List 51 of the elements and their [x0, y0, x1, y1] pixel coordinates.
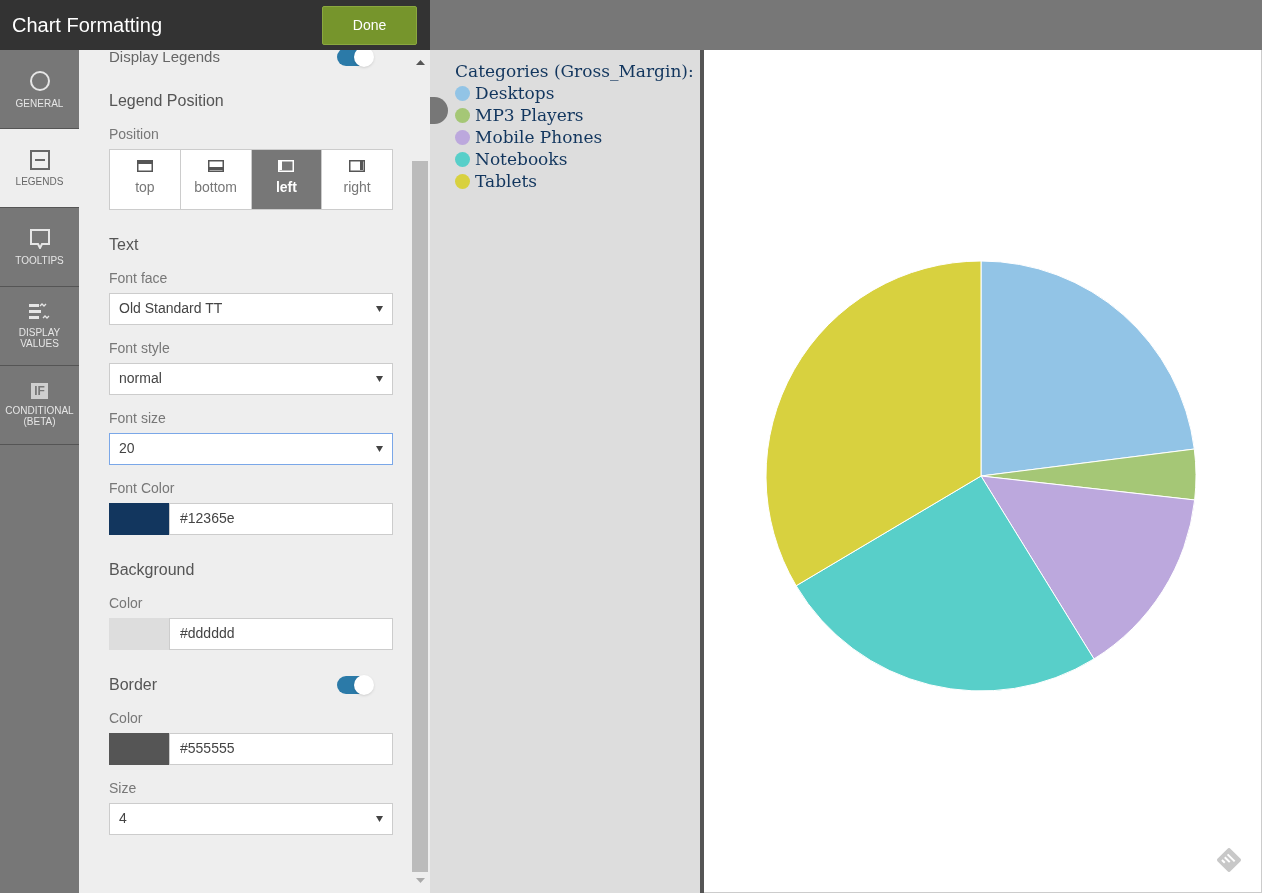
layout-icon [278, 160, 295, 172]
legend-label: Desktops [475, 82, 555, 104]
caret-down-icon [376, 815, 383, 822]
legend-title: Categories (Gross_Margin): [455, 60, 695, 82]
field-label: Display Legends [109, 50, 220, 67]
color-swatch[interactable] [109, 617, 169, 650]
field-label: Color [109, 594, 144, 612]
legend-label: Notebooks [475, 148, 568, 170]
scroll-up-icon[interactable] [415, 60, 425, 65]
caret-down-icon [376, 445, 383, 452]
dropdown[interactable]: 4 [109, 802, 393, 835]
field-label: Size [109, 779, 138, 797]
list-icon [28, 303, 51, 321]
color-swatch[interactable] [109, 502, 169, 535]
scrollbar[interactable] [410, 50, 430, 893]
speech-bubble-icon [29, 228, 50, 249]
if-icon: IF [31, 383, 48, 399]
sidebar-tab[interactable]: LEGENDS [0, 129, 79, 208]
layout-icon [207, 160, 224, 172]
field-label: Position [109, 125, 160, 143]
caret-down-icon [376, 305, 383, 312]
position-option[interactable]: left [250, 149, 322, 209]
color-input[interactable]: #555555 [169, 732, 393, 765]
section-heading: Background [109, 559, 196, 580]
layout-icon [136, 160, 153, 172]
dropdown[interactable]: normal [109, 362, 393, 395]
toggle-switch[interactable] [337, 50, 373, 67]
layout-icon [349, 160, 366, 172]
color-swatch[interactable] [109, 732, 169, 765]
dropdown[interactable]: 20 [109, 432, 393, 465]
section-heading: Text [109, 234, 140, 255]
section-heading: Border [109, 674, 158, 695]
done-button[interactable]: Done [322, 5, 417, 45]
section-heading: Legend Position [109, 90, 225, 111]
field-label: Color [109, 709, 144, 727]
collapse-handle[interactable] [430, 97, 448, 124]
color-input[interactable]: #12365e [169, 502, 393, 535]
field-label: Font size [109, 409, 167, 427]
field-label: Font face [109, 269, 169, 287]
circle-icon [28, 69, 51, 92]
field-label: Font style [109, 339, 171, 357]
legend-label: Mobile Phones [475, 126, 603, 148]
legend-label: Tablets [475, 170, 538, 192]
toggle-switch[interactable] [337, 675, 373, 694]
field-label: Font Color [109, 479, 176, 497]
panel-title: Chart Formatting [12, 13, 163, 38]
legend-label: MP3 Players [475, 104, 584, 126]
caret-down-icon [376, 375, 383, 382]
color-input[interactable]: #dddddd [169, 617, 393, 650]
minus-square-icon [29, 149, 50, 170]
dropdown[interactable]: Old Standard TT [109, 292, 393, 325]
